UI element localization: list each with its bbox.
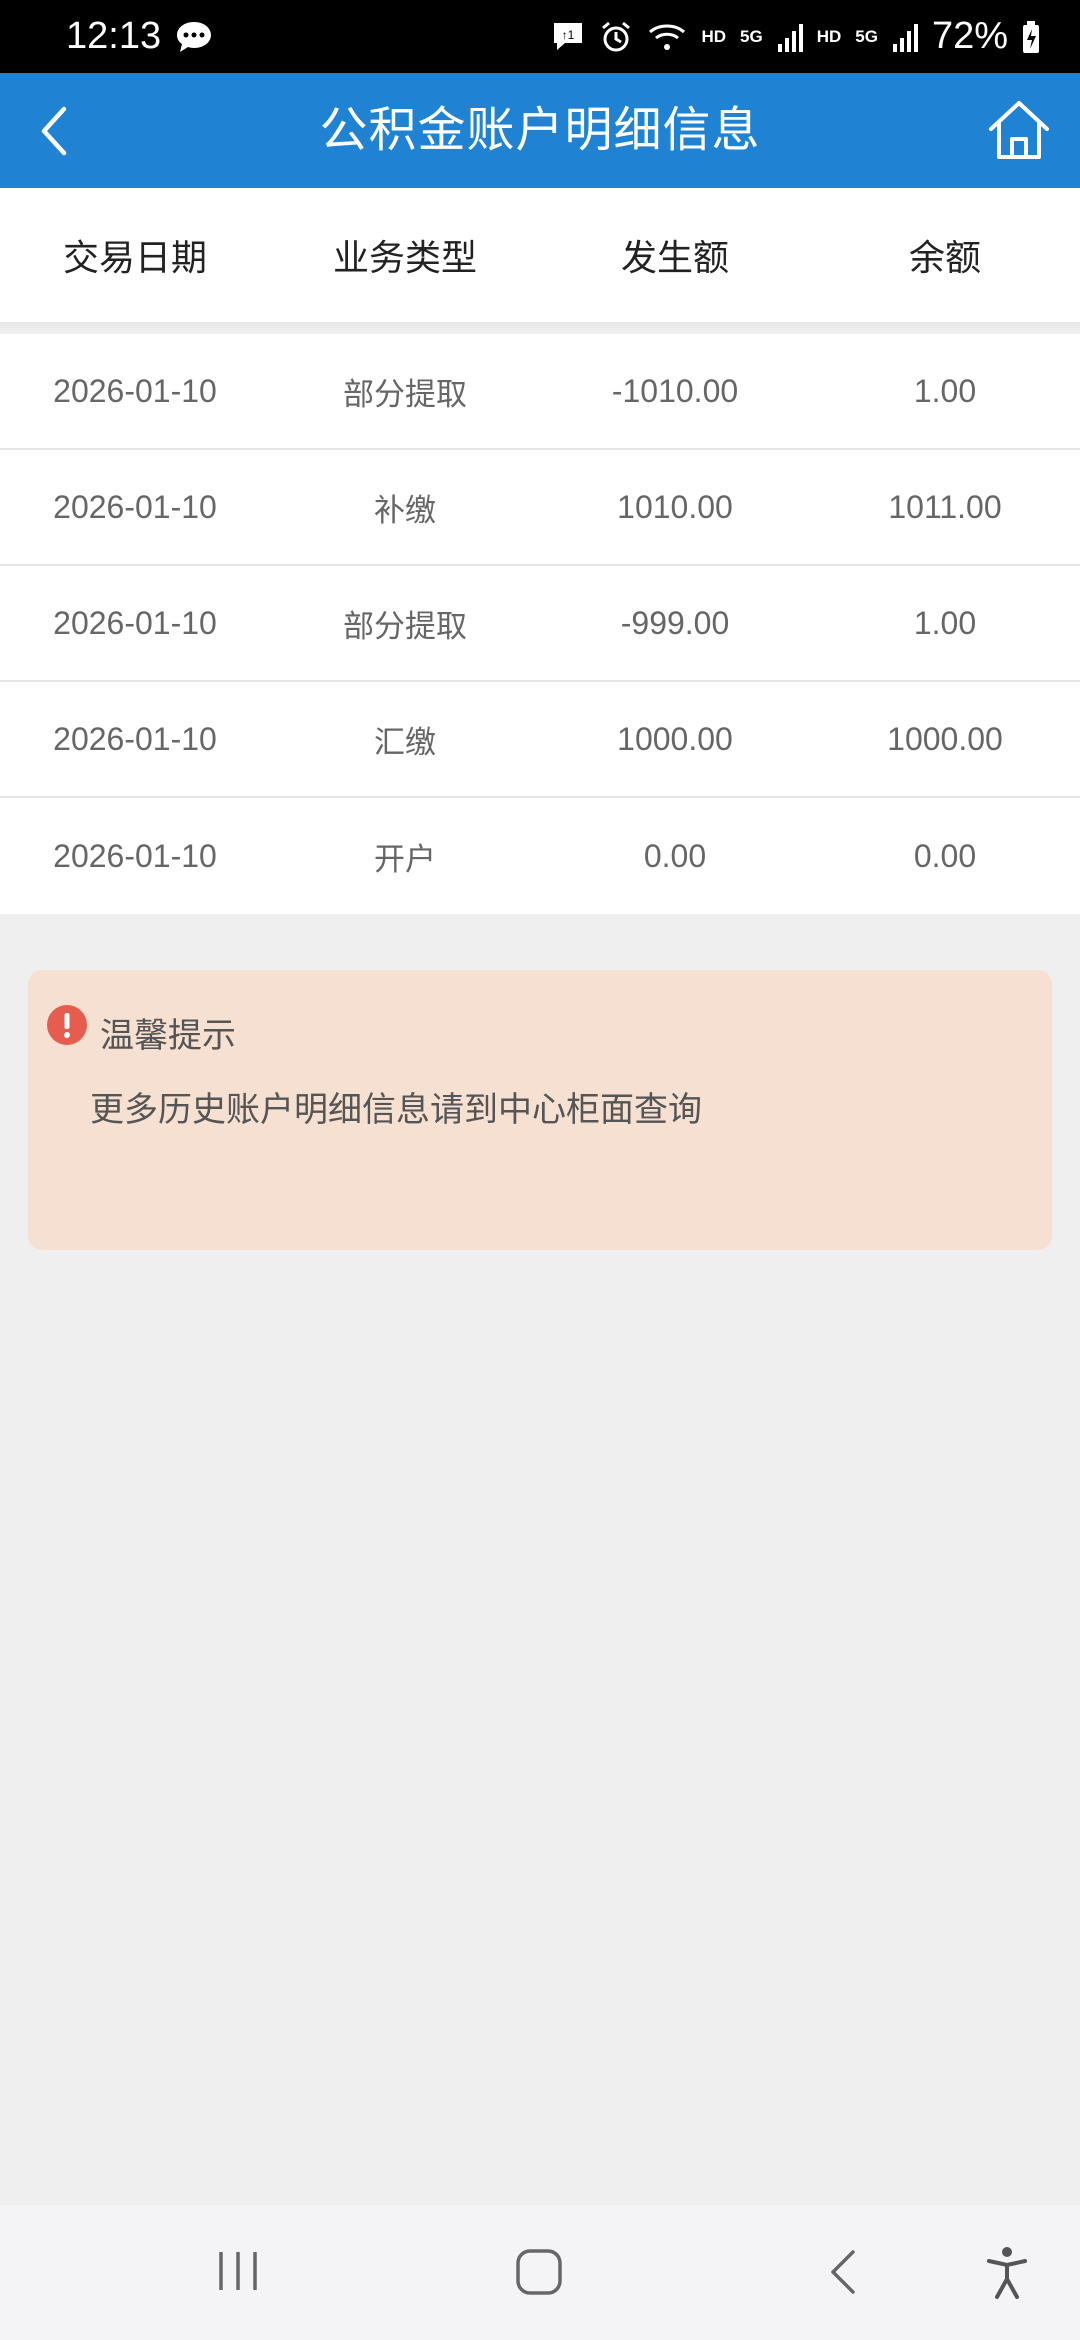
transaction-list: 2026-01-10 部分提取 -1010.00 1.00 2026-01-10… <box>0 334 1080 914</box>
row-amount: -1010.00 <box>611 372 739 409</box>
signal-icon-1 <box>777 23 803 52</box>
status-right: ↑1 HD 5G HD 5G 72% <box>551 15 1040 58</box>
column-header-balance: 余额 <box>908 238 981 279</box>
table-row[interactable]: 2026-01-10 汇缴 1000.00 1000.00 <box>0 682 1080 798</box>
row-balance: 1.00 <box>913 372 977 409</box>
column-header-date: 交易日期 <box>62 238 207 279</box>
row-date: 2026-01-10 <box>53 720 217 757</box>
home-icon[interactable] <box>985 97 1053 163</box>
notice-title: 温馨提示 <box>100 1016 236 1056</box>
row-type: 汇缴 <box>374 724 436 761</box>
status-bar: 12:13 ↑1 HD 5G HD 5G 72% <box>0 0 1080 73</box>
notice-box: 温馨提示 更多历史账户明细信息请到中心柜面查询 <box>28 970 1052 1250</box>
table-row[interactable]: 2026-01-10 补缴 1010.00 1011.00 <box>0 450 1080 566</box>
chat-bubble-icon <box>177 21 212 52</box>
row-date: 2026-01-10 <box>53 604 217 641</box>
row-type: 部分提取 <box>343 376 467 413</box>
status-time: 12:13 <box>66 15 162 57</box>
battery-charging-icon <box>1023 20 1039 53</box>
table-row[interactable]: 2026-01-10 开户 0.00 0.00 <box>0 798 1080 914</box>
home-button-icon[interactable] <box>515 2248 563 2296</box>
alarm-icon <box>602 21 631 51</box>
row-date: 2026-01-10 <box>53 372 217 409</box>
status-left: 12:13 <box>66 15 213 58</box>
column-header-amount: 发生额 <box>620 238 729 279</box>
svg-text:↑1: ↑1 <box>562 28 575 42</box>
system-navigation-bar <box>0 2205 1080 2340</box>
app-header: 公积金账户明细信息 <box>0 73 1080 188</box>
row-balance: 1000.00 <box>887 720 1003 757</box>
network-hd-label-2: HD <box>816 26 842 46</box>
row-date: 2026-01-10 <box>53 837 217 874</box>
column-header-type: 业务类型 <box>332 238 477 279</box>
battery-percent: 72% <box>931 15 1008 57</box>
message-notification-icon: ↑1 <box>554 22 583 50</box>
row-balance: 1011.00 <box>888 488 1002 525</box>
alert-icon <box>47 1005 87 1045</box>
signal-icon-2 <box>892 23 918 52</box>
notice-body: 更多历史账户明细信息请到中心柜面查询 <box>90 1090 702 1130</box>
row-balance: 1.00 <box>913 604 977 641</box>
page-title: 公积金账户明细信息 <box>319 102 761 158</box>
wifi-icon <box>649 24 686 50</box>
back-button-icon[interactable] <box>823 2248 863 2296</box>
network-5g-label-1: 5G <box>740 26 763 46</box>
table-row[interactable]: 2026-01-10 部分提取 -1010.00 1.00 <box>0 334 1080 450</box>
recent-apps-icon[interactable] <box>215 2248 261 2294</box>
row-amount: 0.00 <box>643 837 707 874</box>
row-amount: 1000.00 <box>617 720 733 757</box>
row-amount: -999.00 <box>620 604 730 641</box>
table-header: 交易日期 业务类型 发生额 余额 <box>0 188 1080 328</box>
network-hd-label-1: HD <box>701 26 726 46</box>
accessibility-icon[interactable] <box>985 2245 1029 2301</box>
network-5g-label-2: 5G <box>855 26 878 46</box>
row-date: 2026-01-10 <box>53 488 217 525</box>
row-amount: 1010.00 <box>617 488 733 525</box>
row-type: 补缴 <box>374 492 436 529</box>
row-type: 部分提取 <box>343 608 467 645</box>
row-balance: 0.00 <box>913 837 977 874</box>
table-row[interactable]: 2026-01-10 部分提取 -999.00 1.00 <box>0 566 1080 682</box>
row-type: 开户 <box>374 841 436 878</box>
